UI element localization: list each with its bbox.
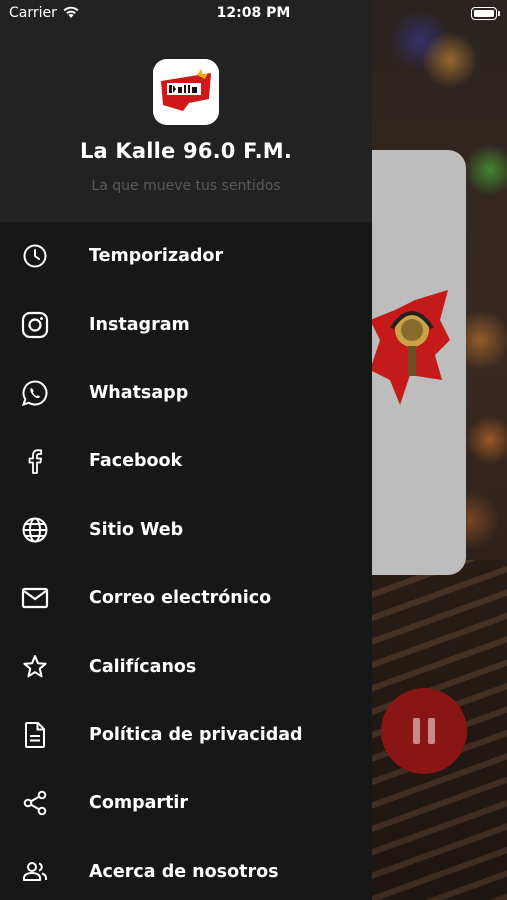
menu-item-instagram[interactable]: Instagram xyxy=(0,290,372,358)
menu-item-label: Compartir xyxy=(89,793,189,814)
whatsapp-icon xyxy=(20,378,50,408)
menu-item-whatsapp[interactable]: Whatsapp xyxy=(0,359,372,427)
la-kalle-logo xyxy=(153,59,219,125)
instagram-icon xyxy=(20,310,50,340)
menu-item-label: Instagram xyxy=(89,314,190,335)
menu-item-label: Política de privacidad xyxy=(89,724,303,745)
menu-item-label: Correo electrónico xyxy=(89,588,272,609)
station-artwork-icon xyxy=(370,290,450,405)
menu-item-facebook[interactable]: Facebook xyxy=(0,427,372,495)
globe-icon xyxy=(20,515,50,545)
people-icon xyxy=(20,857,50,887)
battery-icon xyxy=(471,7,500,20)
menu-item-label: Acerca de nosotros xyxy=(89,861,279,882)
menu-item-acerca[interactable]: Acerca de nosotros xyxy=(0,838,372,900)
star-icon xyxy=(20,652,50,682)
share-icon xyxy=(20,788,50,818)
station-name: La Kalle 96.0 F.M. xyxy=(79,139,293,163)
drawer-header: La Kalle 96.0 F.M. La que mueve tus sent… xyxy=(0,0,372,222)
clock-time: 12:08 PM xyxy=(216,5,291,21)
menu-item-temporizador[interactable]: Temporizador xyxy=(0,222,372,290)
menu-item-label: Whatsapp xyxy=(89,382,189,403)
pause-icon xyxy=(413,718,420,744)
station-tagline: La que mueve tus sentidos xyxy=(91,178,281,194)
document-icon xyxy=(20,720,50,750)
menu-item-label: Facebook xyxy=(89,451,183,472)
status-bar: Carrier 12:08 PM xyxy=(0,0,507,28)
menu-item-label: Temporizador xyxy=(89,246,224,267)
menu-item-calificanos[interactable]: Califícanos xyxy=(0,632,372,700)
facebook-icon xyxy=(20,446,50,476)
menu-item-compartir[interactable]: Compartir xyxy=(0,769,372,837)
menu-item-sitio-web[interactable]: Sitio Web xyxy=(0,496,372,564)
drawer-menu: Temporizador Instagram Whatsapp Facebook… xyxy=(0,222,372,900)
menu-item-privacidad[interactable]: Política de privacidad xyxy=(0,701,372,769)
menu-item-label: Sitio Web xyxy=(89,519,184,540)
menu-item-label: Califícanos xyxy=(89,656,197,677)
pause-button[interactable] xyxy=(381,688,467,774)
navigation-drawer: La Kalle 96.0 F.M. La que mueve tus sent… xyxy=(0,0,372,900)
clock-icon xyxy=(20,241,50,271)
mail-icon xyxy=(20,583,50,613)
menu-item-correo[interactable]: Correo electrónico xyxy=(0,564,372,632)
